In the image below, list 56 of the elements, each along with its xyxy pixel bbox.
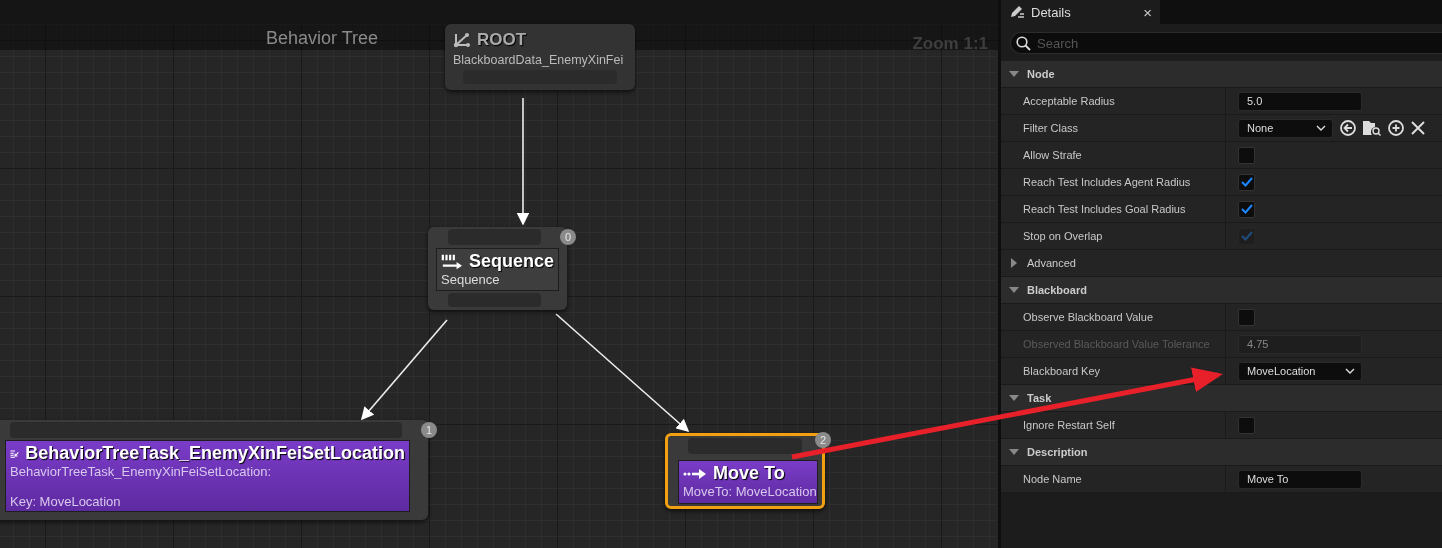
execution-order-badge: 1: [421, 422, 437, 438]
section-title: Advanced: [1027, 257, 1076, 269]
node-description: BehaviorTreeTask_EnemyXinFeiSetLocation: Key: MoveLocation: [10, 464, 273, 509]
checkbox[interactable]: [1238, 308, 1255, 326]
value-field[interactable]: 5.0: [1238, 91, 1362, 111]
checkbox[interactable]: [1238, 416, 1255, 434]
property-label: Acceptable Radius: [1023, 95, 1115, 107]
tab-label: Details: [1031, 4, 1071, 20]
graph-title: Behavior Tree: [266, 28, 379, 49]
branch-icon: [453, 32, 471, 48]
property-label: Blackboard Key: [1023, 365, 1101, 377]
node-description: BlackboardData_EnemyXinFei: [453, 53, 625, 68]
checkbox[interactable]: [1238, 146, 1255, 164]
dropdown[interactable]: MoveLocation: [1238, 361, 1362, 381]
expand-arrow-icon[interactable]: [1009, 258, 1019, 268]
use-selected-icon[interactable]: [1339, 119, 1357, 137]
clear-icon[interactable]: [1411, 121, 1425, 135]
node-description: Sequence: [441, 272, 501, 287]
tree-node[interactable]: BehaviorTreeTask_EnemyXinFeiSetLocation BehaviorTreeTask_EnemyXinFeiSetLocation: Key: MoveLocation: [0, 420, 428, 520]
node-title: Move To: [713, 463, 785, 484]
search-icon: [1016, 36, 1031, 51]
property-label: Reach Test Includes Goal Radius: [1023, 203, 1186, 215]
collapse-arrow-icon[interactable]: [1009, 70, 1019, 78]
search-field[interactable]: Search: [1010, 32, 1442, 54]
tree-node[interactable]: ROOT BlackboardData_EnemyXinFei: [445, 24, 635, 90]
collapse-arrow-icon[interactable]: [1009, 448, 1019, 456]
section-title: Description: [1027, 446, 1088, 458]
section-title: Node: [1027, 68, 1055, 80]
checkbox[interactable]: [1238, 173, 1255, 191]
chevron-down-icon: [1316, 125, 1326, 131]
node-title: ROOT: [477, 30, 527, 50]
property-label: Ignore Restart Self: [1023, 419, 1115, 431]
execution-order-badge: 0: [560, 229, 576, 245]
node-title: BehaviorTreeTask_EnemyXinFeiSetLocation: [25, 443, 405, 464]
node-title: Sequence: [468, 251, 554, 272]
checkbox[interactable]: [1238, 200, 1255, 218]
collapse-arrow-icon[interactable]: [1009, 394, 1019, 402]
execution-order-badge: 2: [815, 432, 831, 448]
property-label: Stop on Overlap: [1023, 230, 1103, 242]
section-title: Blackboard: [1027, 284, 1087, 296]
chevron-down-icon: [1345, 368, 1355, 374]
property-label: Allow Strafe: [1023, 149, 1082, 161]
details-tab[interactable]: Details ×: [1001, 0, 1160, 24]
close-button[interactable]: ×: [1143, 3, 1152, 21]
value-field[interactable]: Move To: [1238, 469, 1362, 489]
property-label: Filter Class: [1023, 122, 1078, 134]
section-title: Task: [1027, 392, 1052, 404]
property-label: Node Name: [1023, 473, 1082, 485]
add-icon[interactable]: [1387, 119, 1405, 137]
pencil-icon: [1009, 5, 1025, 19]
browse-folder-icon[interactable]: [1363, 120, 1381, 136]
move-arrow-icon: [683, 467, 707, 480]
dropdown[interactable]: None: [1238, 118, 1333, 138]
property-label: Observe Blackboard Value: [1023, 311, 1154, 323]
property-label: Reach Test Includes Agent Radius: [1023, 176, 1191, 188]
collapse-arrow-icon[interactable]: [1009, 286, 1019, 294]
